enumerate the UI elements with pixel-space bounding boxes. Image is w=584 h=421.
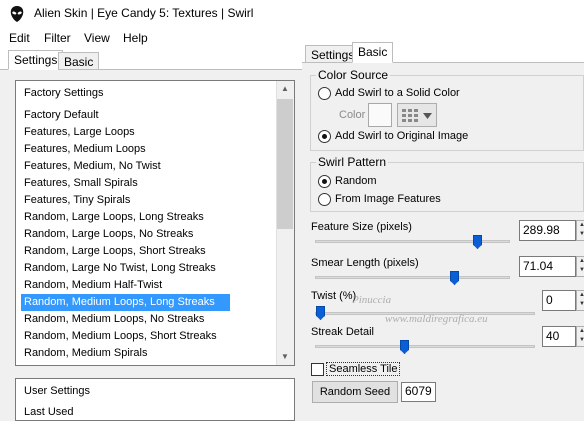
seamless-tile-label: Seamless Tile (326, 362, 401, 376)
menu-view[interactable]: View (84, 31, 110, 45)
chevron-down-icon (423, 113, 432, 119)
original-image-label: Add Swirl to Original Image (335, 130, 469, 142)
preset-group-header[interactable]: Factory Settings (24, 85, 103, 102)
image-features-label: From Image Features (335, 193, 441, 205)
random-seed-button[interactable]: Random Seed (312, 381, 398, 403)
tab-basic[interactable]: Basic (58, 52, 100, 70)
menu-edit[interactable]: Edit (9, 31, 30, 45)
menu-filter[interactable]: Filter (44, 31, 71, 45)
watermark-url: www.maldiregrafica.eu (385, 313, 488, 325)
random-seed-input[interactable]: 6079 (401, 382, 436, 402)
radio-image-features[interactable] (318, 193, 331, 206)
preset-item[interactable]: Features, Large Loops (24, 124, 135, 141)
radio-original-image[interactable] (318, 130, 331, 143)
preset-item[interactable]: Random, Medium Loops, Short Streaks (24, 328, 217, 345)
preset-item[interactable]: Features, Medium, No Twist (24, 158, 161, 175)
seamless-tile-checkbox[interactable] (311, 363, 324, 376)
smear-length-spinner[interactable]: ▲ ▼ (576, 256, 584, 277)
preset-item[interactable]: Random, Large Loops, Short Streaks (24, 243, 206, 260)
swirl-pattern-label: Swirl Pattern (316, 155, 389, 169)
random-label: Random (335, 175, 377, 187)
preset-item[interactable]: Random, Large Loops, Long Streaks (24, 209, 204, 226)
preset-item[interactable]: Features, Tiny Spirals (24, 192, 130, 209)
watermark-name: Pinuccia (352, 294, 392, 306)
solid-color-label: Add Swirl to a Solid Color (335, 87, 460, 99)
preset-item[interactable]: Random, Large Loops, No Streaks (24, 226, 193, 243)
streak-detail-input[interactable]: 40 (542, 326, 576, 347)
color-source-label: Color Source (316, 68, 391, 82)
last-used-item[interactable]: Last Used (24, 404, 74, 421)
menu-help[interactable]: Help (123, 31, 148, 45)
tab-basic-right[interactable]: Basic (352, 42, 394, 63)
smear-length-label: Smear Length (pixels) (311, 257, 419, 269)
feature-size-input[interactable]: 289.98 (519, 220, 576, 241)
user-preset-list: User Settings Last Used (15, 378, 295, 421)
twist-input[interactable]: 0 (542, 290, 576, 311)
preset-item[interactable]: Features, Medium Loops (24, 141, 146, 158)
preset-item[interactable]: Factory Default (24, 107, 99, 124)
preset-item-selected[interactable]: Random, Medium Loops, Long Streaks (21, 294, 230, 311)
user-settings-item[interactable]: User Settings (24, 383, 90, 400)
color-swatch[interactable] (368, 103, 392, 127)
radio-random[interactable] (318, 175, 331, 188)
scroll-up-arrow-icon[interactable]: ▲ (276, 84, 294, 93)
twist-label: Twist (%) (311, 290, 357, 302)
feature-size-label: Feature Size (pixels) (311, 221, 412, 233)
scroll-down-arrow-icon[interactable]: ▼ (276, 352, 294, 361)
smear-length-input[interactable]: 71.04 (519, 256, 576, 277)
color-palette-button[interactable] (397, 103, 437, 127)
alien-skin-app-icon (8, 5, 26, 23)
tab-settings[interactable]: Settings (8, 50, 64, 70)
preset-list: Factory Settings Factory Default Feature… (15, 80, 295, 366)
preset-item[interactable]: Random, Large No Twist, Long Streaks (24, 260, 216, 277)
streak-detail-spinner[interactable]: ▲ ▼ (576, 326, 584, 347)
twist-spinner[interactable]: ▲ ▼ (576, 290, 584, 311)
window-title: Alien Skin | Eye Candy 5: Textures | Swi… (34, 6, 254, 20)
radio-solid-color[interactable] (318, 87, 331, 100)
preset-item[interactable]: Random, Medium Spirals (24, 345, 148, 362)
preset-item[interactable]: Features, Small Spirals (24, 175, 138, 192)
streak-detail-label: Streak Detail (311, 326, 374, 338)
preset-item[interactable]: Random, Medium Loops, No Streaks (24, 311, 204, 328)
feature-size-spinner[interactable]: ▲ ▼ (576, 220, 584, 241)
palette-grid-icon (402, 109, 418, 122)
smear-length-slider-track[interactable] (315, 276, 510, 279)
color-label: Color (339, 109, 366, 121)
streak-detail-slider-track[interactable] (315, 345, 535, 348)
preset-item[interactable]: Random, Medium Half-Twist (24, 277, 162, 294)
preset-list-scroll-thumb[interactable] (277, 99, 293, 229)
